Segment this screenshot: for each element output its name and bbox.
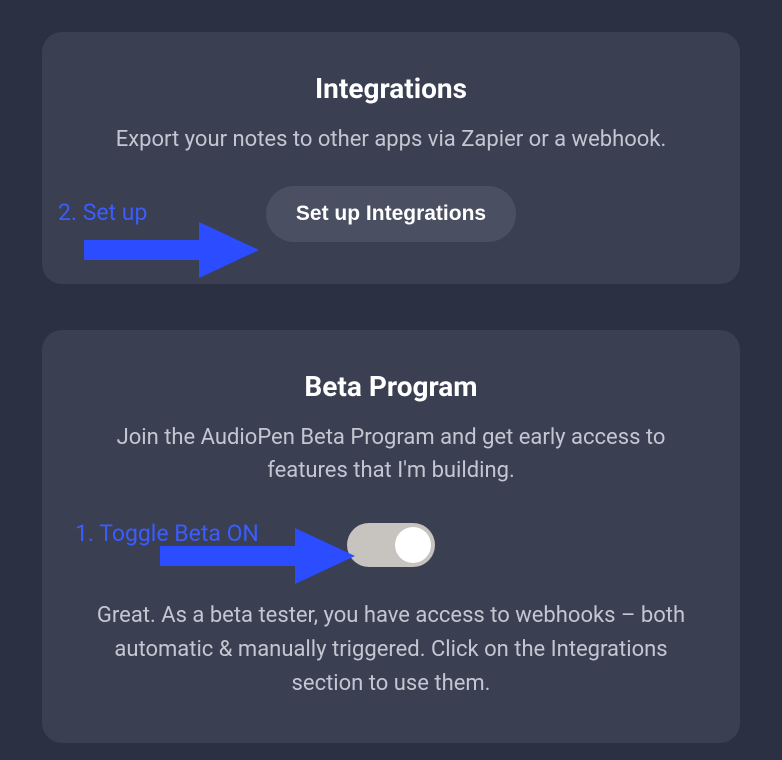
beta-title: Beta Program [72, 370, 710, 403]
beta-access-message: Great. As a beta tester, you have access… [72, 599, 710, 701]
setup-integrations-button[interactable]: Set up Integrations [266, 186, 516, 242]
integrations-card: Integrations Export your notes to other … [42, 32, 740, 284]
beta-description: Join the AudioPen Beta Program and get e… [72, 421, 710, 487]
toggle-knob [395, 527, 431, 563]
beta-toggle[interactable] [347, 523, 435, 567]
beta-program-card: Beta Program Join the AudioPen Beta Prog… [42, 330, 740, 743]
integrations-description: Export your notes to other apps via Zapi… [72, 123, 710, 156]
integrations-title: Integrations [72, 72, 710, 105]
